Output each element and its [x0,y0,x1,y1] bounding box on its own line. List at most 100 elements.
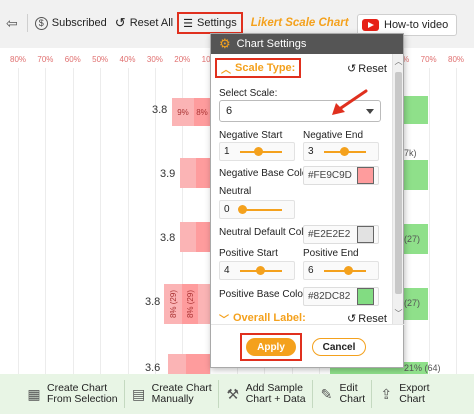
negative-start-slider[interactable]: 1 [219,142,295,161]
reset-icon: ↺ [114,15,126,30]
create-manual-line-2: Manually [151,393,194,405]
edit-label: Edit Chart [340,383,366,405]
add-sample-chart-button[interactable]: ⚒ Add Sample Chart + Data [219,374,312,414]
negative-start-value: 1 [224,146,230,157]
neutral-color-swatch[interactable] [357,226,374,243]
back-arrow-icon[interactable]: ⇦ [0,15,24,32]
neg-bar-1a: 9% [172,98,194,126]
gridline [72,68,74,374]
neg-bar-4a-label: 8% (29) [168,289,178,318]
overall-label-header[interactable]: ﹀ Overall Label: [215,308,310,324]
gridline [45,68,47,374]
positive-end-value: 6 [308,265,314,276]
neg-bar-4b-label: 8% (29) [185,289,195,318]
create-manual-label: Create Chart Manually [152,383,212,405]
gear-icon: ⚙ [219,36,231,51]
row-value-5: 3.6 [145,362,161,374]
axis-percent-label: 40% [119,55,136,64]
pos-bar-1 [404,96,428,124]
modal-header: ⚙ Chart Settings [211,34,403,54]
neg-bar-2b [196,158,210,188]
add-sample-label: Add Sample Chart + Data [246,383,306,405]
axis-percent-label: 60% [64,55,81,64]
gridline [127,68,129,374]
overall-reset-label: Reset [358,312,387,325]
dollar-icon: $ [34,16,48,30]
settings-button[interactable]: ☰ Settings [177,12,243,34]
positive-color-value: #82DC82 [308,291,351,302]
scale-type-label: Scale Type: [235,62,296,74]
select-scale-label: Select Scale: [219,88,278,99]
edit-chart-button[interactable]: ✎ Edit Chart [313,374,372,414]
gridline [100,68,102,374]
row-value-4: 3.8 [145,296,161,308]
axis-percent-label: 80% [448,55,465,64]
sliders-icon: ☰ [183,17,193,30]
neg-bar-5a [168,354,186,374]
scroll-thumb[interactable] [395,72,402,294]
neutral-slider[interactable]: 0 [219,200,295,219]
reset-all-label: Reset All [129,17,174,29]
neg-bar-1b: 8% [194,98,210,126]
chart-settings-modal: ⚙ Chart Settings ︿ Scale Type: ↺ Reset S… [210,33,405,368]
caret-up-icon: ︿ [221,64,231,76]
scale-select-value: 6 [226,105,233,117]
row-value-3: 3.8 [160,232,176,244]
how-to-video-label: How-to video [384,19,449,31]
export-chart-button[interactable]: ⇪ Export Chart [372,374,435,414]
annotation-arrow-icon [332,89,368,115]
slider-thumb[interactable] [254,147,263,156]
row-value-1: 3.8 [152,104,168,116]
overall-reset-button[interactable]: ↺ Reset [347,312,387,325]
grid-icon: ▤ [131,385,146,402]
neg-bar-3b [196,222,210,252]
apply-button[interactable]: Apply [246,338,296,356]
pos-label-1: 7k) [404,148,417,158]
scale-reset-label: Reset [358,62,387,75]
negative-end-value: 3 [308,146,314,157]
modal-scrollbar[interactable]: ︿ ﹀ [392,54,403,324]
slider-thumb[interactable] [344,266,353,275]
slider-thumb[interactable] [340,147,349,156]
positive-start-slider[interactable]: 4 [219,261,295,280]
negative-end-label: Negative End [303,130,364,141]
reset-icon: ↺ [347,63,357,75]
chart-add-icon: ⚒ [226,385,239,402]
bottom-action-bar: ▦ Create Chart From Selection ▤ Create Ch… [0,374,474,414]
neg-bar-4b: 8% (29) [182,284,198,324]
reset-all-button[interactable]: ↺ Reset All [111,12,177,34]
pos-label-3: (27) [404,298,421,308]
youtube-icon [362,19,379,31]
neg-bar-3a [180,222,196,252]
neg-bar-4a: 8% (29) [164,284,182,324]
slider-thumb[interactable] [256,266,265,275]
create-chart-manually-button[interactable]: ▤ Create Chart Manually [125,374,218,414]
slider-thumb[interactable] [238,205,247,214]
subscribed-button[interactable]: $ Subscribed [31,12,111,34]
negative-color-swatch[interactable] [357,167,374,184]
scroll-down-icon[interactable]: ﹀ [393,308,404,319]
negative-end-slider[interactable]: 3 [303,142,379,161]
scale-type-header[interactable]: ︿ Scale Type: [215,58,302,78]
create-selection-label: Create Chart From Selection [47,383,118,405]
neutral-value: 0 [224,204,230,215]
negative-base-color-label: Negative Base Color [219,168,311,179]
axis-percent-label: 20% [174,55,191,64]
axis-percent-label: 70% [37,55,54,64]
neg-bar-1a-label: 9% [177,107,189,117]
axis-percent-label: 70% [420,55,437,64]
apply-highlight: Apply [240,333,302,361]
positive-color-swatch[interactable] [357,288,374,305]
modal-body: ︿ Scale Type: ↺ Reset Select Scale: 6 Ne… [211,54,405,324]
settings-label: Settings [196,17,237,29]
create-chart-from-selection-button[interactable]: ▦ Create Chart From Selection [20,374,124,414]
axis-percent-label: 80% [10,55,27,64]
scroll-up-icon[interactable]: ︿ [393,56,404,67]
cancel-button[interactable]: Cancel [312,338,366,356]
neg-bar-5b [186,354,210,374]
negative-start-label: Negative Start [219,130,283,141]
positive-start-value: 4 [224,265,230,276]
pos-bar-2 [404,160,428,190]
scale-reset-button[interactable]: ↺ Reset [347,62,387,76]
positive-end-slider[interactable]: 6 [303,261,379,280]
